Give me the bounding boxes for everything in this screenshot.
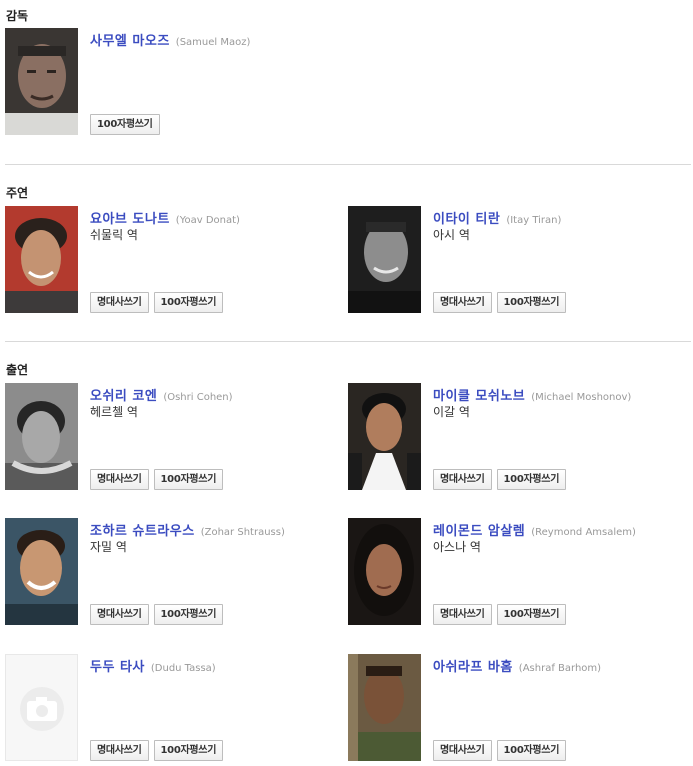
- person-photo[interactable]: [348, 518, 421, 625]
- person-name-en: (Itay Tiran): [506, 215, 562, 226]
- person-name-en: (Michael Moshonov): [531, 392, 632, 403]
- role-text: 아시 역: [433, 228, 470, 242]
- person-name[interactable]: 레이몬드 암살렘: [433, 524, 525, 539]
- person-card: 마이클 모쉬노브 (Michael Moshonov) 이갈 역 명대사쓰기 10…: [348, 383, 688, 491]
- camera-icon: [6, 655, 77, 760]
- write-quote-button[interactable]: 명대사쓰기: [433, 604, 492, 625]
- person-name-en: (Samuel Maoz): [175, 37, 251, 48]
- person-name[interactable]: 조하르 슈트라우스: [90, 524, 195, 539]
- write-review-button[interactable]: 100자평쓰기: [496, 469, 567, 490]
- person-card-director: 사무엘 마오즈 (Samuel Maoz) 100자평쓰기: [5, 28, 345, 136]
- person-name[interactable]: 요아브 도나트: [90, 212, 170, 227]
- person-photo[interactable]: [348, 654, 421, 761]
- person-card: 조하르 슈트라우스 (Zohar Shtrauss) 자밀 역 명대사쓰기 100…: [5, 518, 345, 626]
- person-name[interactable]: 오쉬리 코엔: [90, 389, 157, 404]
- write-review-button[interactable]: 100자평쓰기: [153, 469, 224, 490]
- role-text: 헤르첼 역: [90, 405, 138, 419]
- role-text: 이갈 역: [433, 405, 470, 419]
- write-quote-button[interactable]: 명대사쓰기: [433, 740, 492, 761]
- person-name-en: (Yoav Donat): [175, 215, 240, 226]
- role-text: 쉬물릭 역: [90, 228, 138, 242]
- write-quote-button[interactable]: 명대사쓰기: [90, 292, 149, 313]
- write-quote-button[interactable]: 명대사쓰기: [433, 469, 492, 490]
- person-photo[interactable]: [5, 518, 78, 625]
- person-name-en: (Ashraf Barhom): [518, 663, 602, 674]
- person-photo[interactable]: [348, 383, 421, 490]
- person-card: 레이몬드 암살렘 (Reymond Amsalem) 아스나 역 명대사쓰기 10…: [348, 518, 688, 626]
- write-review-button[interactable]: 100자평쓰기: [496, 292, 567, 313]
- person-name[interactable]: 사무엘 마오즈: [90, 34, 170, 49]
- person-photo[interactable]: [5, 206, 78, 313]
- person-name-en: (Zohar Shtrauss): [200, 527, 285, 538]
- person-name[interactable]: 두두 타사: [90, 660, 145, 675]
- section-title-support: 출연: [6, 363, 29, 377]
- divider: [5, 164, 691, 165]
- write-review-button[interactable]: 100자평쓰기: [496, 740, 567, 761]
- cast-crew-panel: 감독 사무엘 마오즈 (Samuel Maoz) 100자평쓰기 주연 요아브 …: [0, 0, 693, 766]
- person-card: 두두 타사 (Dudu Tassa) 명대사쓰기 100자평쓰기: [5, 654, 345, 762]
- write-review-button[interactable]: 100자평쓰기: [496, 604, 567, 625]
- write-quote-button[interactable]: 명대사쓰기: [433, 292, 492, 313]
- write-quote-button[interactable]: 명대사쓰기: [90, 604, 149, 625]
- write-quote-button[interactable]: 명대사쓰기: [90, 469, 149, 490]
- person-name[interactable]: 마이클 모쉬노브: [433, 389, 525, 404]
- person-photo[interactable]: [348, 206, 421, 313]
- write-review-button[interactable]: 100자평쓰기: [90, 114, 160, 135]
- divider: [5, 341, 691, 342]
- write-review-button[interactable]: 100자평쓰기: [153, 604, 224, 625]
- person-name[interactable]: 아쉬라프 바홈: [433, 660, 513, 675]
- person-name-en: (Dudu Tassa): [150, 663, 216, 674]
- person-photo[interactable]: [5, 28, 78, 135]
- role-text: 자밀 역: [90, 540, 127, 554]
- person-photo-placeholder[interactable]: [5, 654, 78, 761]
- section-title-lead: 주연: [6, 186, 29, 200]
- write-review-button[interactable]: 100자평쓰기: [153, 292, 224, 313]
- write-quote-button[interactable]: 명대사쓰기: [90, 740, 149, 761]
- person-card: 요아브 도나트 (Yoav Donat) 쉬물릭 역 명대사쓰기 100자평쓰기: [5, 206, 345, 314]
- person-card: 오쉬리 코엔 (Oshri Cohen) 헤르첼 역 명대사쓰기 100자평쓰기: [5, 383, 345, 491]
- section-title-director: 감독: [6, 9, 29, 23]
- person-name[interactable]: 이타이 티란: [433, 212, 500, 227]
- person-card: 아쉬라프 바홈 (Ashraf Barhom) 명대사쓰기 100자평쓰기: [348, 654, 688, 762]
- person-name-en: (Oshri Cohen): [163, 392, 233, 403]
- role-text: 아스나 역: [433, 540, 481, 554]
- person-name-en: (Reymond Amsalem): [531, 527, 636, 538]
- write-review-button[interactable]: 100자평쓰기: [153, 740, 224, 761]
- person-card: 이타이 티란 (Itay Tiran) 아시 역 명대사쓰기 100자평쓰기: [348, 206, 688, 314]
- person-photo[interactable]: [5, 383, 78, 490]
